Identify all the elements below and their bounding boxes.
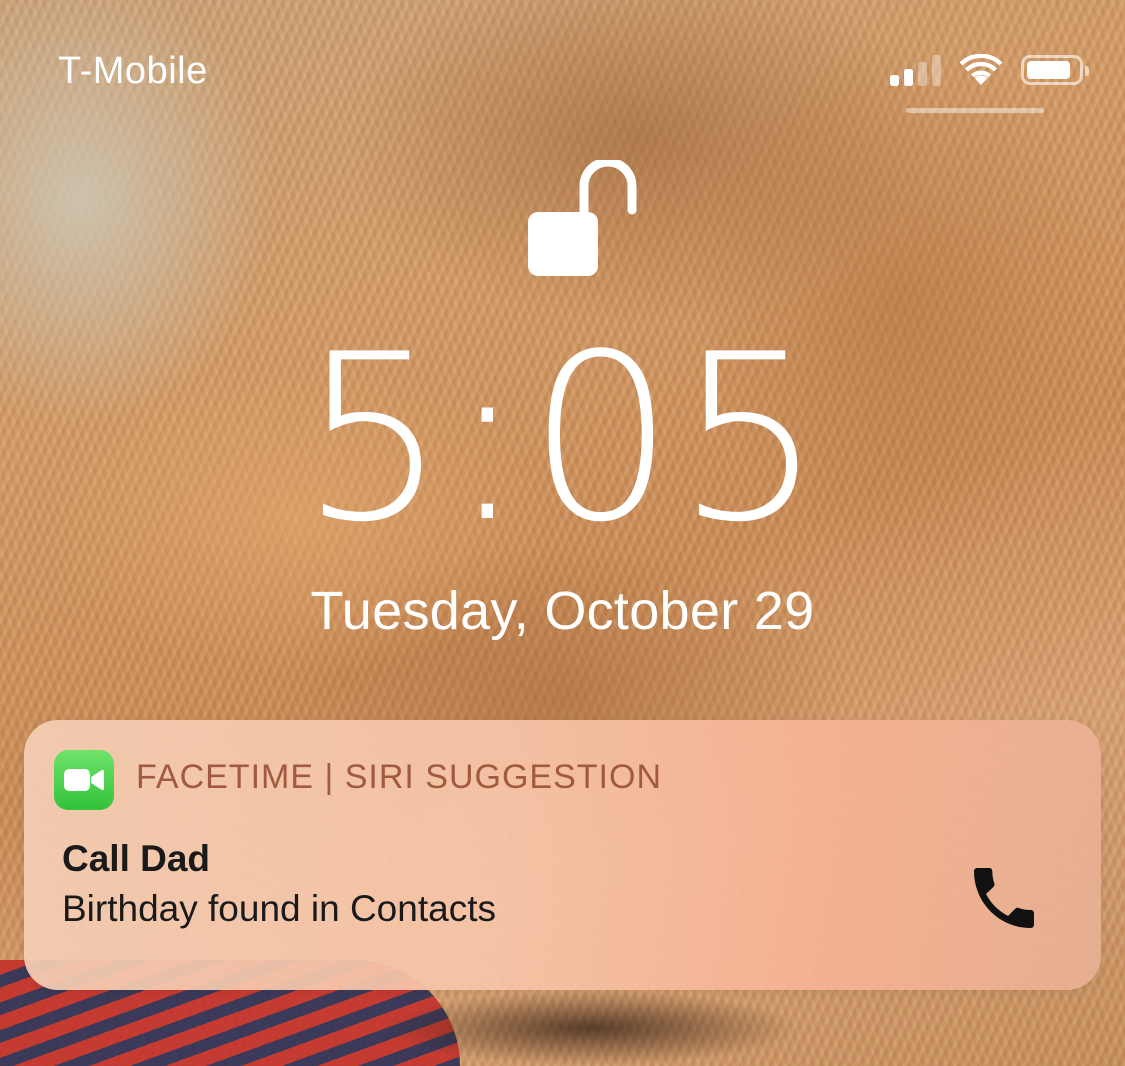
unlocked-padlock-icon bbox=[528, 160, 637, 276]
battery-icon bbox=[1021, 55, 1089, 85]
notification-body: Birthday found in Contacts bbox=[62, 888, 496, 929]
control-center-grabber[interactable] bbox=[906, 108, 1044, 113]
status-icons bbox=[890, 52, 1089, 88]
notification-title: Call Dad bbox=[62, 838, 211, 879]
signal-bar bbox=[890, 75, 899, 86]
siri-suggestion-notification[interactable]: FACETIME | SIRI SUGGESTION Call Dad Birt… bbox=[24, 720, 1101, 990]
phone-icon[interactable] bbox=[964, 858, 1044, 938]
clock-date: Tuesday, October 29 bbox=[310, 581, 815, 641]
signal-bar bbox=[932, 55, 941, 86]
battery-fill bbox=[1027, 61, 1070, 79]
carrier-name: T-Mobile bbox=[58, 50, 208, 92]
clock-time: 5:05 bbox=[300, 306, 825, 573]
battery-nub bbox=[1085, 66, 1089, 76]
notification-app-name: FACETIME | SIRI SUGGESTION bbox=[136, 758, 663, 796]
signal-bar bbox=[918, 62, 927, 86]
facetime-icon bbox=[54, 750, 114, 810]
signal-bar bbox=[904, 69, 913, 86]
cellular-signal-icon bbox=[890, 54, 941, 86]
wallpaper-shadow bbox=[380, 990, 800, 1066]
wifi-icon bbox=[959, 54, 1003, 85]
video-camera-icon bbox=[64, 769, 104, 791]
